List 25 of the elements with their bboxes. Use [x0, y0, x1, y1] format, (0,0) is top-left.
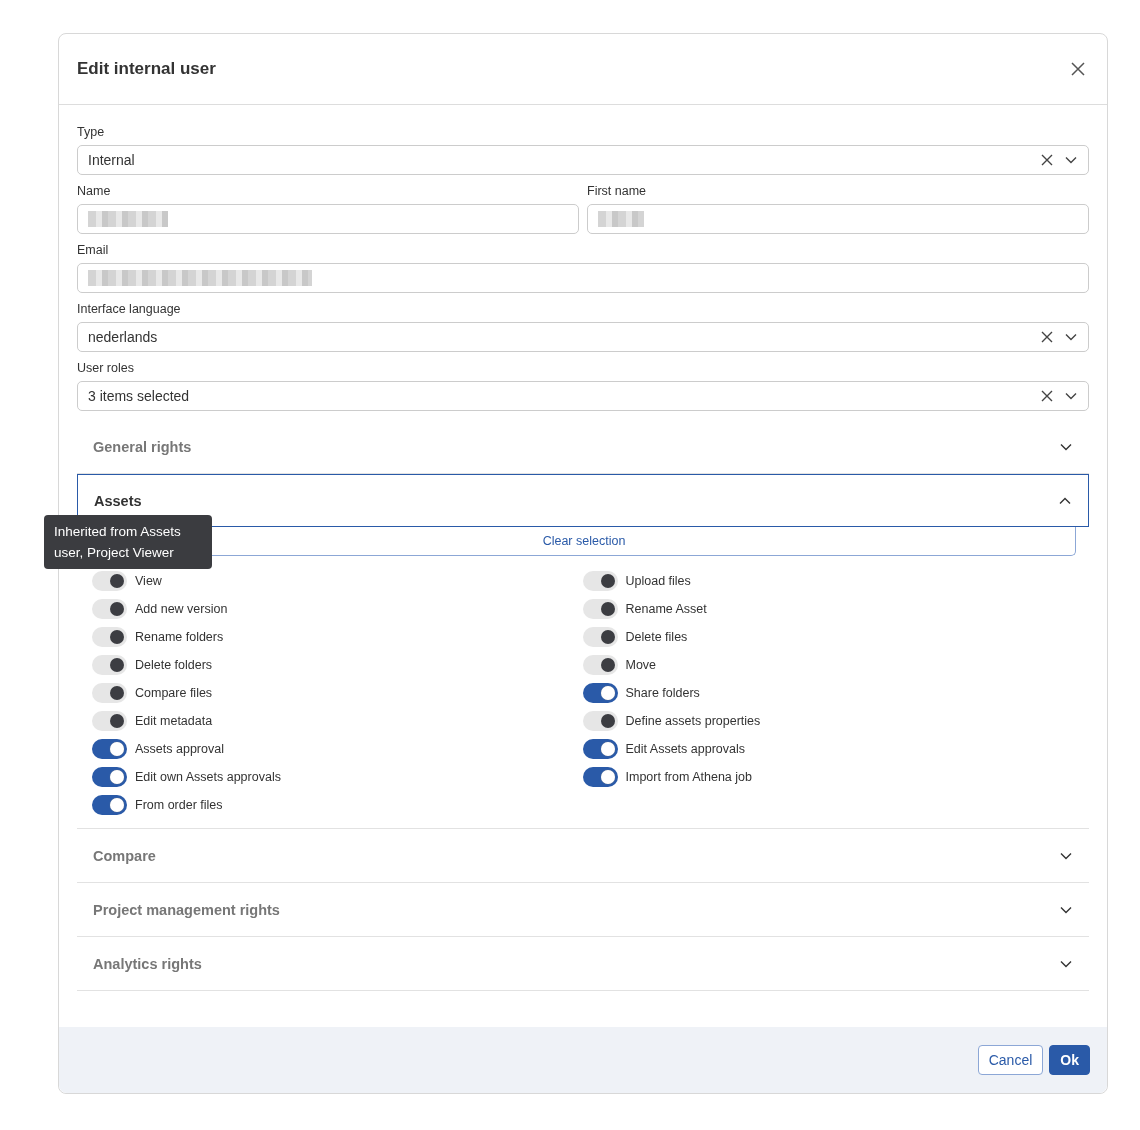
- permission-label: Delete files: [625, 630, 688, 644]
- field-label: Type: [77, 125, 106, 139]
- permission-label: Import from Athena job: [625, 770, 752, 784]
- field-label: Interface language: [77, 302, 182, 316]
- dialog-title: Edit internal user: [77, 59, 216, 79]
- permission-label: Edit Assets approvals: [625, 742, 745, 756]
- permission-label: Delete folders: [135, 658, 213, 672]
- field-label: Name: [77, 184, 112, 198]
- permission-label: Compare files: [135, 686, 213, 700]
- permission-label: From order files: [135, 798, 223, 812]
- permission-label: Edit metadata: [135, 714, 213, 728]
- permission-label: Add new version: [135, 602, 228, 616]
- field-label: User roles: [77, 361, 135, 375]
- permission-label: Rename folders: [135, 630, 224, 644]
- permission-label: Rename Asset: [625, 602, 707, 616]
- permission-label: View: [135, 574, 162, 588]
- field-label: First name: [587, 184, 648, 198]
- tooltip: Inherited from Assets user, Project Viewer: [44, 515, 212, 569]
- field-label: Email: [77, 243, 110, 257]
- permission-label: Assets approval: [135, 742, 224, 756]
- permission-label: Move: [625, 658, 657, 672]
- permission-label: Edit own Assets approvals: [135, 770, 281, 784]
- permission-label: Upload files: [625, 574, 691, 588]
- permission-label: Define assets properties: [625, 714, 761, 728]
- permission-label: Share folders: [625, 686, 700, 700]
